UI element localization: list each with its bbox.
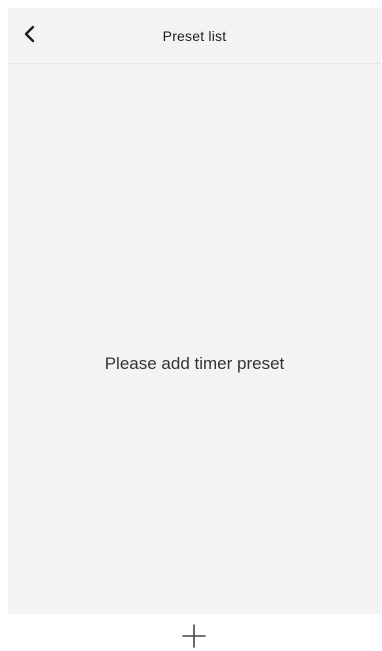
preset-list-screen: Preset list Please add timer preset [0,0,382,651]
add-preset-button[interactable] [179,621,209,651]
plus-icon [179,621,209,651]
page-title: Preset list [162,28,227,44]
empty-state-message: Please add timer preset [104,354,285,373]
app-header: Preset list [8,8,381,64]
content-panel: Preset list Please add timer preset [8,8,381,614]
